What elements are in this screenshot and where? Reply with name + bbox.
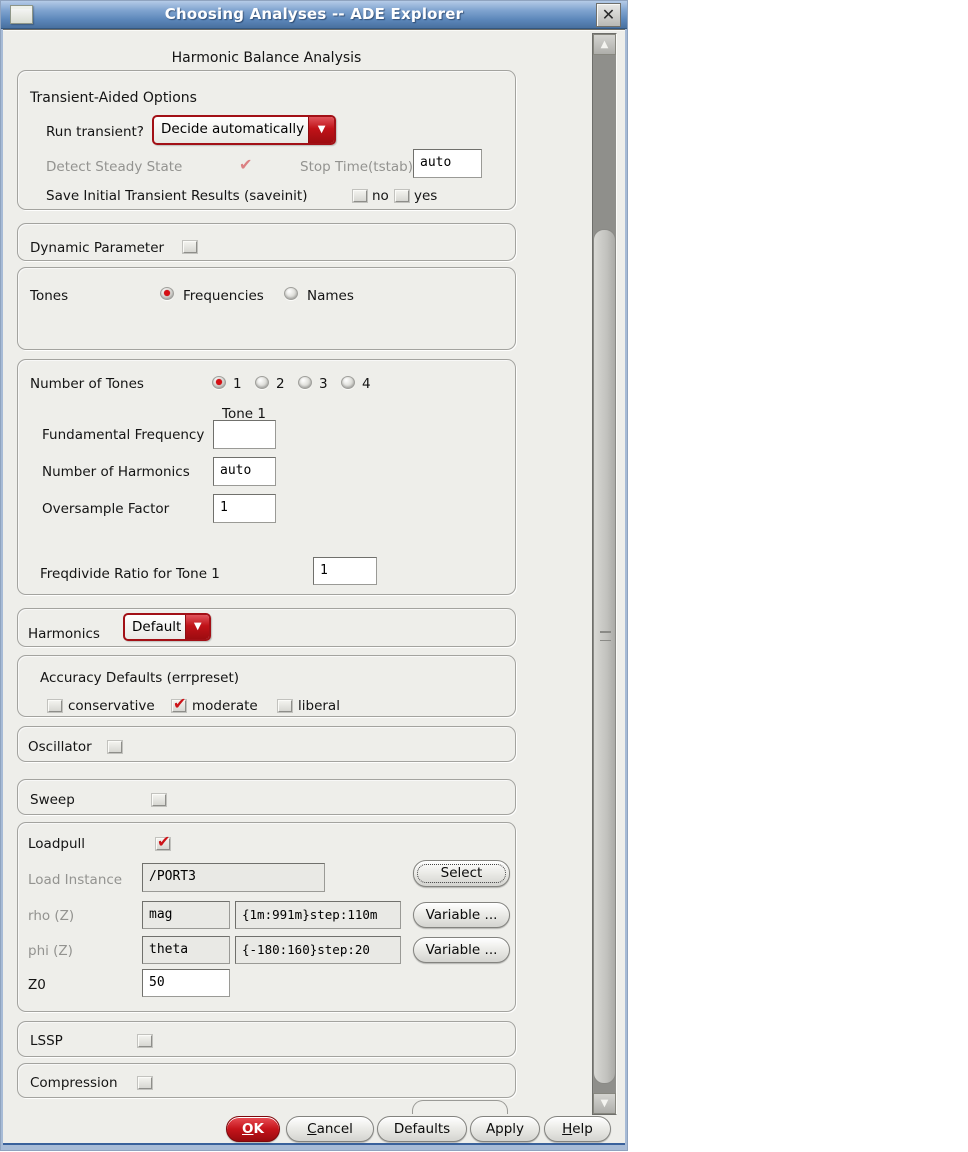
clipped-button-top xyxy=(412,1100,508,1114)
tones-names-label: Names xyxy=(307,288,354,304)
phi-param-input[interactable]: theta xyxy=(142,936,230,964)
freqdivide-ratio-label: Freqdivide Ratio for Tone 1 xyxy=(40,566,220,582)
cancel-button[interactable]: Cancel xyxy=(286,1116,374,1142)
saveinit-yes-label: yes xyxy=(414,188,438,204)
chevron-down-icon: ▼ xyxy=(185,615,209,639)
run-transient-dropdown[interactable]: Decide automatically ▼ xyxy=(152,115,336,145)
saveinit-label: Save Initial Transient Results (saveinit… xyxy=(46,188,308,204)
z0-label: Z0 xyxy=(28,977,46,993)
oscillator-checkbox[interactable] xyxy=(108,741,122,753)
chevron-down-icon: ▼ xyxy=(308,117,334,143)
accuracy-moderate-label: moderate xyxy=(192,698,258,714)
accuracy-liberal-checkbox[interactable] xyxy=(278,700,292,712)
saveinit-yes-checkbox[interactable] xyxy=(395,190,409,202)
harmonics-label: Harmonics xyxy=(28,626,100,642)
accuracy-defaults-label: Accuracy Defaults (errpreset) xyxy=(40,670,240,686)
compression-checkbox[interactable] xyxy=(138,1077,152,1089)
scroll-up-button[interactable]: ▲ xyxy=(593,34,616,55)
saveinit-no-label: no xyxy=(372,188,389,204)
tone-count-3-radio[interactable] xyxy=(298,376,312,389)
detect-steady-state-checkbox[interactable] xyxy=(238,155,252,174)
load-instance-label: Load Instance xyxy=(28,872,123,888)
scroll-up-icon: ▲ xyxy=(600,39,609,50)
oscillator-label: Oscillator xyxy=(28,739,92,755)
sweep-label: Sweep xyxy=(30,792,75,808)
z0-input[interactable]: 50 xyxy=(142,969,230,997)
lssp-group xyxy=(17,1021,516,1057)
rho-param-input[interactable]: mag xyxy=(142,901,230,929)
stop-time-input[interactable]: auto xyxy=(413,149,482,178)
tone-count-4-label: 4 xyxy=(362,376,371,392)
harmonics-value: Default xyxy=(132,619,182,635)
freqdivide-ratio-input[interactable]: 1 xyxy=(313,557,377,585)
window-title: Choosing Analyses -- ADE Explorer xyxy=(164,5,464,23)
sweep-checkbox[interactable] xyxy=(152,794,166,806)
number-of-harmonics-input[interactable]: auto xyxy=(213,457,276,486)
load-instance-input[interactable]: /PORT3 xyxy=(142,863,325,892)
phi-variable-button[interactable]: Variable ... xyxy=(413,937,510,963)
accuracy-liberal-label: liberal xyxy=(298,698,340,714)
lssp-label: LSSP xyxy=(30,1033,63,1049)
scrollbar-grip xyxy=(600,630,611,641)
rho-range-input[interactable]: {1m:991m}step:110m xyxy=(235,901,401,929)
tone-count-4-radio[interactable] xyxy=(341,376,355,389)
run-transient-label: Run transient? xyxy=(46,124,144,140)
oversample-factor-label: Oversample Factor xyxy=(42,501,170,517)
lssp-checkbox[interactable] xyxy=(138,1035,152,1047)
accuracy-moderate-checkbox[interactable] xyxy=(172,694,186,713)
tone-count-1-label: 1 xyxy=(233,376,242,392)
fundamental-frequency-label: Fundamental Frequency xyxy=(42,427,205,443)
tones-frequencies-label: Frequencies xyxy=(183,288,264,304)
dialog-window: Choosing Analyses -- ADE Explorer ✕ Harm… xyxy=(0,0,628,1151)
detect-steady-state-label: Detect Steady State xyxy=(46,159,183,175)
scroll-down-button[interactable]: ▼ xyxy=(593,1093,616,1114)
tone-count-1-radio[interactable] xyxy=(212,376,226,389)
loadpull-checkbox[interactable] xyxy=(156,832,170,851)
scrollbar-thumb[interactable] xyxy=(593,229,616,1084)
defaults-button[interactable]: Defaults xyxy=(377,1116,467,1142)
help-button[interactable]: Help xyxy=(544,1116,611,1142)
run-transient-value: Decide automatically xyxy=(161,121,305,137)
rho-variable-button[interactable]: Variable ... xyxy=(413,902,510,928)
harmonics-dropdown[interactable]: Default ▼ xyxy=(123,613,211,641)
oversample-factor-input[interactable]: 1 xyxy=(213,494,276,523)
sweep-group xyxy=(17,779,516,815)
accuracy-conservative-label: conservative xyxy=(68,698,155,714)
page: Choosing Analyses -- ADE Explorer ✕ Harm… xyxy=(0,0,968,1152)
tone-count-2-label: 2 xyxy=(276,376,285,392)
transient-group-label: Transient-Aided Options xyxy=(30,90,197,106)
phi-label: phi (Z) xyxy=(28,943,73,959)
compression-label: Compression xyxy=(30,1075,118,1091)
vertical-scrollbar[interactable]: ▲ ▼ xyxy=(592,33,617,1115)
apply-button[interactable]: Apply xyxy=(470,1116,540,1142)
tone-count-3-label: 3 xyxy=(319,376,328,392)
fundamental-frequency-input[interactable] xyxy=(213,420,276,449)
loadpull-label: Loadpull xyxy=(28,836,86,852)
window-bottom-edge xyxy=(3,1143,625,1145)
analysis-heading: Harmonic Balance Analysis xyxy=(171,50,362,66)
select-button[interactable]: Select xyxy=(413,860,510,887)
tones-frequencies-radio[interactable] xyxy=(160,287,174,300)
rho-label: rho (Z) xyxy=(28,908,75,924)
dynamic-parameter-label: Dynamic Parameter xyxy=(30,240,165,256)
close-icon: ✕ xyxy=(601,5,616,24)
number-of-tones-label: Number of Tones xyxy=(30,376,144,392)
tones-group xyxy=(17,267,516,350)
tone-count-2-radio[interactable] xyxy=(255,376,269,389)
stop-time-label: Stop Time(tstab) xyxy=(300,159,414,175)
titlebar[interactable]: Choosing Analyses -- ADE Explorer ✕ xyxy=(1,1,627,29)
number-of-harmonics-label: Number of Harmonics xyxy=(42,464,190,480)
dynamic-parameter-checkbox[interactable] xyxy=(183,241,197,253)
close-button[interactable]: ✕ xyxy=(596,3,621,27)
ok-button[interactable]: OK xyxy=(226,1116,280,1142)
scroll-down-icon: ▼ xyxy=(600,1098,609,1109)
tones-names-radio[interactable] xyxy=(284,287,298,300)
tones-label: Tones xyxy=(30,288,69,304)
saveinit-no-checkbox[interactable] xyxy=(353,190,367,202)
phi-range-input[interactable]: {-180:160}step:20 xyxy=(235,936,401,964)
accuracy-conservative-checkbox[interactable] xyxy=(48,700,62,712)
